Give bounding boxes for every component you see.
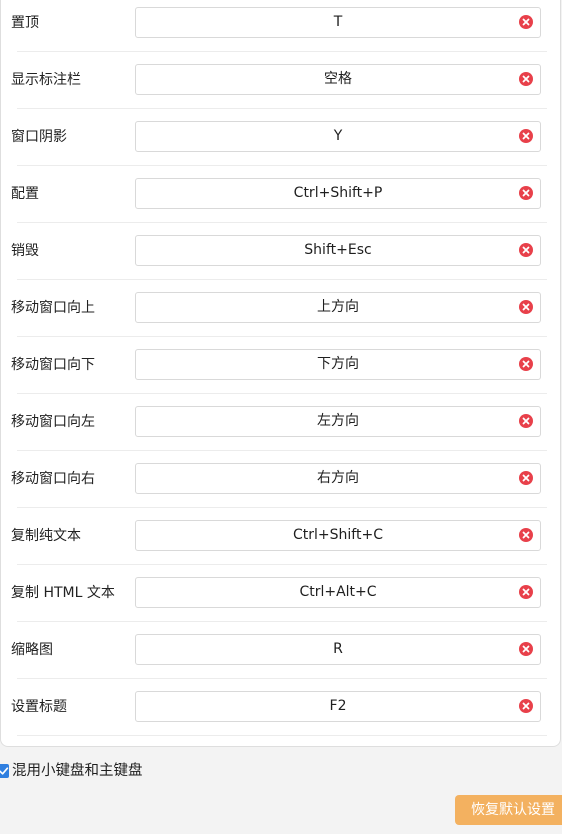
shortcut-label: 销毁 xyxy=(11,243,39,259)
shortcut-label: 复制纯文本 xyxy=(11,528,81,544)
shortcut-row-set-title: 设置标题 F2 xyxy=(11,679,547,736)
shortcut-settings-panel: 置顶 T 显示标注栏 空格 窗口阴影 Y 配置 Ctrl+Shift+P 销毁 … xyxy=(0,0,561,747)
shortcut-value: Ctrl+Shift+P xyxy=(293,185,383,201)
clear-icon[interactable] xyxy=(519,357,533,371)
clear-icon[interactable] xyxy=(519,186,533,200)
shortcut-row-window-shadow: 窗口阴影 Y xyxy=(11,109,547,166)
shortcut-row-copy-plain-text: 复制纯文本 Ctrl+Shift+C xyxy=(11,508,547,565)
checkmark-icon xyxy=(0,767,9,775)
shortcut-value: 下方向 xyxy=(317,356,359,372)
mix-keypad-label: 混用小键盘和主键盘 xyxy=(12,763,143,779)
shortcut-input[interactable]: Ctrl+Shift+P xyxy=(135,178,541,209)
shortcut-label: 移动窗口向右 xyxy=(11,471,95,487)
clear-icon[interactable] xyxy=(519,300,533,314)
shortcut-row-show-annotation-bar: 显示标注栏 空格 xyxy=(11,52,547,109)
shortcut-row-pin: 置顶 T xyxy=(11,0,547,52)
row-divider xyxy=(17,735,547,736)
shortcut-value: Ctrl+Shift+C xyxy=(293,527,383,543)
shortcut-input[interactable]: Y xyxy=(135,121,541,152)
shortcut-row-move-left: 移动窗口向左 左方向 xyxy=(11,394,547,451)
shortcut-input[interactable]: 空格 xyxy=(135,64,541,95)
shortcut-value: R xyxy=(333,641,343,657)
shortcut-value: Y xyxy=(333,128,343,144)
shortcut-input[interactable]: 上方向 xyxy=(135,292,541,323)
shortcut-value: F2 xyxy=(329,698,347,714)
shortcut-input[interactable]: Ctrl+Alt+C xyxy=(135,577,541,608)
clear-icon[interactable] xyxy=(519,129,533,143)
clear-icon[interactable] xyxy=(519,243,533,257)
shortcut-input[interactable]: T xyxy=(135,7,541,38)
shortcut-label: 显示标注栏 xyxy=(11,72,81,88)
shortcut-input[interactable]: 下方向 xyxy=(135,349,541,380)
clear-icon[interactable] xyxy=(519,642,533,656)
shortcut-row-move-down: 移动窗口向下 下方向 xyxy=(11,337,547,394)
clear-icon[interactable] xyxy=(519,414,533,428)
shortcut-label: 移动窗口向左 xyxy=(11,414,95,430)
mix-keypad-checkbox[interactable] xyxy=(0,764,9,778)
shortcut-value: T xyxy=(333,14,343,30)
clear-icon[interactable] xyxy=(519,585,533,599)
clear-icon[interactable] xyxy=(519,528,533,542)
shortcut-value: 上方向 xyxy=(317,299,359,315)
clear-icon[interactable] xyxy=(519,15,533,29)
shortcut-value: Shift+Esc xyxy=(304,242,372,258)
clear-icon[interactable] xyxy=(519,471,533,485)
shortcut-label: 移动窗口向上 xyxy=(11,300,95,316)
shortcut-row-copy-html-text: 复制 HTML 文本 Ctrl+Alt+C xyxy=(11,565,547,622)
restore-defaults-button[interactable]: 恢复默认设置 xyxy=(455,795,562,825)
mix-keypad-option[interactable]: 混用小键盘和主键盘 xyxy=(0,760,143,782)
shortcut-input[interactable]: Ctrl+Shift+C xyxy=(135,520,541,551)
shortcut-value: 左方向 xyxy=(317,413,359,429)
shortcut-input[interactable]: 右方向 xyxy=(135,463,541,494)
shortcut-label: 复制 HTML 文本 xyxy=(11,585,115,601)
shortcut-label: 窗口阴影 xyxy=(11,129,67,145)
shortcut-value: Ctrl+Alt+C xyxy=(299,584,377,600)
shortcut-label: 置顶 xyxy=(11,15,39,31)
shortcut-row-thumbnail: 缩略图 R xyxy=(11,622,547,679)
shortcut-row-destroy: 销毁 Shift+Esc xyxy=(11,223,547,280)
shortcut-value: 右方向 xyxy=(317,470,359,486)
shortcut-row-move-up: 移动窗口向上 上方向 xyxy=(11,280,547,337)
shortcut-value: 空格 xyxy=(324,71,352,87)
shortcut-label: 移动窗口向下 xyxy=(11,357,95,373)
shortcut-input[interactable]: F2 xyxy=(135,691,541,722)
shortcut-row-move-right: 移动窗口向右 右方向 xyxy=(11,451,547,508)
shortcut-row-config: 配置 Ctrl+Shift+P xyxy=(11,166,547,223)
clear-icon[interactable] xyxy=(519,72,533,86)
shortcut-input[interactable]: Shift+Esc xyxy=(135,235,541,266)
shortcut-input[interactable]: 左方向 xyxy=(135,406,541,437)
shortcut-label: 配置 xyxy=(11,186,39,202)
shortcut-settings-page: 置顶 T 显示标注栏 空格 窗口阴影 Y 配置 Ctrl+Shift+P 销毁 … xyxy=(0,0,562,834)
shortcut-label: 缩略图 xyxy=(11,642,53,658)
shortcut-input[interactable]: R xyxy=(135,634,541,665)
clear-icon[interactable] xyxy=(519,699,533,713)
shortcut-label: 设置标题 xyxy=(11,699,67,715)
